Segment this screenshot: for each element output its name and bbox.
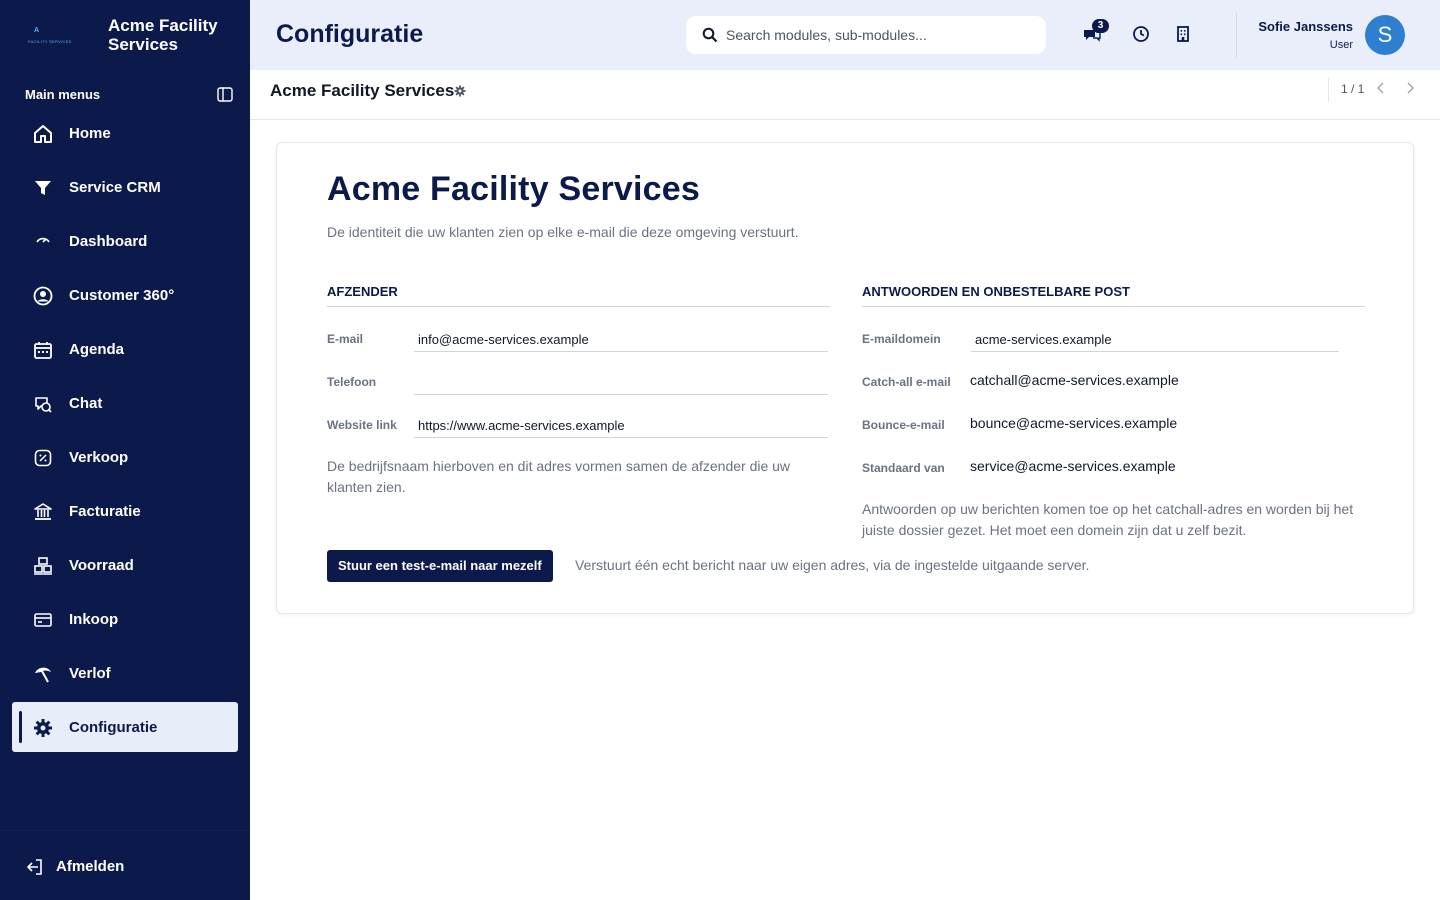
chat-icon — [32, 393, 54, 415]
chevron-left-icon[interactable] — [1374, 81, 1388, 95]
sidebar-item-verlof[interactable]: Verlof — [12, 648, 238, 698]
domain-label: E-maildomein — [862, 332, 941, 346]
avatar[interactable]: S — [1365, 15, 1405, 55]
sender-heading: AFZENDER — [327, 284, 830, 307]
brand[interactable]: A FACILITY SERVICES Acme Facility Servic… — [0, 0, 250, 70]
default-from-value: service@acme-services.example — [970, 458, 1176, 474]
phone-field[interactable] — [414, 371, 828, 395]
send-test-email-button[interactable]: Stuur een test-e-mail naar mezelf — [327, 550, 553, 582]
phone-label: Telefoon — [327, 375, 377, 389]
sidebar-item-label: Facturatie — [69, 503, 141, 520]
sidebar-item-voorraad[interactable]: Voorraad — [12, 540, 238, 590]
record-bar: Acme Facility Services 1 / 1 — [250, 70, 1440, 120]
catchall-label: Catch-all e-mail — [862, 375, 951, 389]
replies-heading: ANTWOORDEN EN ONBESTELBARE POST — [862, 284, 1365, 307]
home-icon — [32, 123, 54, 145]
card-subtitle: De identiteit die uw klanten zien op elk… — [327, 224, 799, 240]
messages-badge: 3 — [1092, 19, 1109, 33]
user-name[interactable]: Sofie Janssens — [1258, 19, 1353, 34]
email-identity-card: Acme Facility Services De identiteit die… — [276, 142, 1414, 614]
sidebar-item-service-crm[interactable]: Service CRM — [12, 162, 238, 212]
logout-icon — [27, 859, 42, 875]
sidebar-item-label: Home — [69, 125, 111, 142]
logout-label: Afmelden — [56, 858, 125, 875]
sidebar-item-label: Verlof — [69, 665, 111, 682]
website-field[interactable] — [414, 414, 828, 438]
building-icon — [1177, 26, 1189, 42]
record-settings-icon[interactable] — [454, 85, 466, 97]
test-email-help-text: Verstuurt één echt bericht naar uw eigen… — [575, 557, 1090, 573]
search-box[interactable] — [686, 16, 1046, 54]
inventory-icon — [32, 555, 54, 577]
pager-divider — [1328, 78, 1329, 102]
email-field[interactable] — [414, 328, 828, 352]
logout-button[interactable]: Afmelden — [0, 830, 250, 900]
sidebar-item-label: Chat — [69, 395, 103, 412]
brand-name: Acme Facility Services — [108, 16, 218, 54]
user-role: User — [1329, 39, 1353, 51]
main-nav: Home Service CRM Dashboard Customer 360°… — [12, 108, 238, 756]
website-label: Website link — [327, 418, 397, 432]
sidebar-item-home[interactable]: Home — [12, 108, 238, 158]
catchall-value: catchall@acme-services.example — [970, 372, 1179, 388]
sidebar: A FACILITY SERVICES Acme Facility Servic… — [0, 0, 250, 900]
sidebar-item-customer-360[interactable]: Customer 360° — [12, 270, 238, 320]
user-circle-icon — [32, 285, 54, 307]
main-menus-heading: Main menus — [25, 87, 101, 102]
gauge-icon — [32, 231, 54, 253]
sidebar-item-label: Voorraad — [69, 557, 134, 574]
email-domain-field[interactable] — [971, 328, 1339, 352]
sidebar-item-verkoop[interactable]: Verkoop — [12, 432, 238, 482]
search-input[interactable] — [726, 16, 1036, 54]
sidebar-item-label: Configuratie — [69, 719, 158, 736]
sidebar-item-configuratie[interactable]: Configuratie — [12, 702, 238, 752]
sidebar-item-label: Verkoop — [69, 449, 129, 466]
filter-icon — [32, 177, 54, 199]
bounce-label: Bounce-e-mail — [862, 418, 945, 432]
sidebar-item-dashboard[interactable]: Dashboard — [12, 216, 238, 266]
messages-button[interactable]: 3 — [1082, 19, 1109, 46]
sidebar-item-label: Customer 360° — [69, 287, 175, 304]
calendar-icon — [32, 339, 54, 361]
sidebar-collapse-icon[interactable] — [217, 87, 233, 102]
pager-count: 1 / 1 — [1341, 82, 1365, 96]
header-divider — [1236, 12, 1237, 58]
sidebar-item-inkoop[interactable]: Inkoop — [12, 594, 238, 644]
default-from-label: Standaard van — [862, 461, 945, 475]
top-bar: Configuratie 3 Sofie Janssens User S — [250, 0, 1440, 70]
sidebar-item-label: Inkoop — [69, 611, 119, 628]
sidebar-item-agenda[interactable]: Agenda — [12, 324, 238, 374]
record-title: Acme Facility Services — [270, 81, 455, 100]
company-switch-button[interactable] — [1176, 25, 1198, 47]
gear-icon — [32, 717, 54, 739]
card-title: Acme Facility Services — [327, 170, 700, 208]
history-button[interactable] — [1132, 25, 1154, 47]
page-title: Configuratie — [276, 20, 424, 48]
email-label: E-mail — [327, 332, 364, 346]
sidebar-item-facturatie[interactable]: Facturatie — [12, 486, 238, 536]
sidebar-item-label: Service CRM — [69, 179, 161, 196]
active-indicator — [19, 711, 22, 743]
leave-icon — [32, 663, 54, 685]
chevron-right-icon[interactable] — [1403, 81, 1417, 95]
search-icon — [702, 27, 718, 43]
sidebar-item-label: Agenda — [69, 341, 125, 358]
card-icon — [32, 609, 54, 631]
sender-help-text: De bedrijfsnaam hierboven en dit adres v… — [327, 458, 791, 495]
sales-icon — [32, 447, 54, 469]
company-logo: A FACILITY SERVICES — [28, 27, 72, 44]
bank-icon — [32, 501, 54, 523]
clock-icon — [1133, 26, 1149, 42]
sidebar-item-chat[interactable]: Chat — [12, 378, 238, 428]
sidebar-item-label: Dashboard — [69, 233, 148, 250]
replies-help-text: Antwoorden op uw berichten komen toe op … — [862, 501, 1354, 538]
bounce-value: bounce@acme-services.example — [970, 415, 1178, 431]
